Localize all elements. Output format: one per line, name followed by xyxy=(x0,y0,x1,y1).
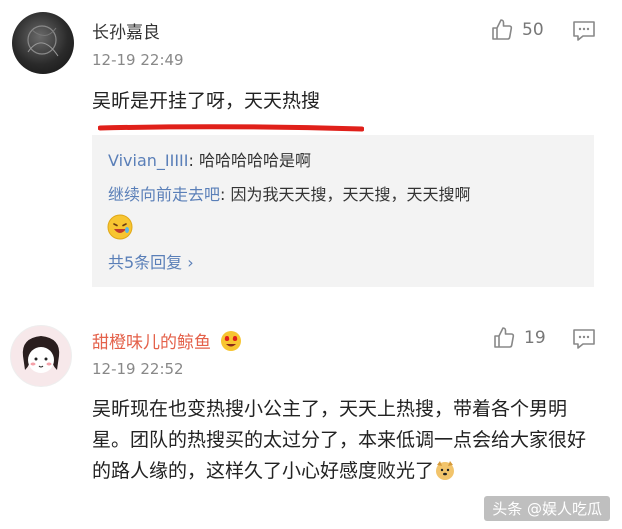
reply-button[interactable] xyxy=(572,20,596,46)
reply-author[interactable]: Vivian_IIIII xyxy=(108,151,189,170)
like-count: 50 xyxy=(522,20,544,40)
view-more-replies-link[interactable]: 共5条回复 › xyxy=(108,249,194,273)
like-count: 19 xyxy=(524,328,546,348)
reply-item: 继续向前走去吧: 因为我天天搜，天天搜，天天搜啊 xyxy=(108,181,471,205)
avatar[interactable] xyxy=(12,12,74,74)
thumbs-up-icon xyxy=(494,327,515,348)
watermark: 头条 @娱人吃瓜 xyxy=(484,496,610,521)
reply-box: Vivian_IIIII: 哈哈哈哈哈是啊 继续向前走去吧: 因为我天天搜，天天… xyxy=(92,135,594,287)
like-button[interactable]: 50 xyxy=(490,18,544,42)
reply-text: : 哈哈哈哈哈是啊 xyxy=(188,151,311,170)
timestamp: 12-19 22:52 xyxy=(92,360,184,378)
laughing-emoji-icon xyxy=(107,214,133,240)
comment-text: 吴昕是开挂了呀，天天热搜 xyxy=(92,90,321,112)
reply-icon xyxy=(573,329,595,349)
reply-button[interactable] xyxy=(572,328,596,354)
comment-text: 吴昕现在也变热搜小公主了，天天上热搜，带着各个男明星。团队的热搜买的太过分了，本… xyxy=(92,398,587,482)
heart-eyes-emoji-icon xyxy=(221,331,242,351)
username[interactable]: 长孙嘉良 xyxy=(92,18,160,43)
reply-item: Vivian_IIIII: 哈哈哈哈哈是啊 xyxy=(108,147,311,171)
timestamp: 12-19 22:49 xyxy=(92,51,184,69)
like-button[interactable]: 19 xyxy=(492,326,546,350)
avatar[interactable] xyxy=(10,325,72,387)
thumbs-up-icon xyxy=(492,19,513,40)
username[interactable]: 甜橙味儿的鲸鱼 xyxy=(92,328,242,353)
reply-author[interactable]: 继续向前走去吧 xyxy=(108,185,220,204)
dog-emoji-icon xyxy=(436,461,455,480)
comment-item: 长孙嘉良 12-19 22:49 50 吴昕是开挂了呀，天天热搜 Vivian_… xyxy=(0,0,622,305)
reply-text: : 因为我天天搜，天天搜，天天搜啊 xyxy=(220,185,471,204)
red-underline-mark xyxy=(98,124,364,132)
reply-icon xyxy=(573,21,595,41)
